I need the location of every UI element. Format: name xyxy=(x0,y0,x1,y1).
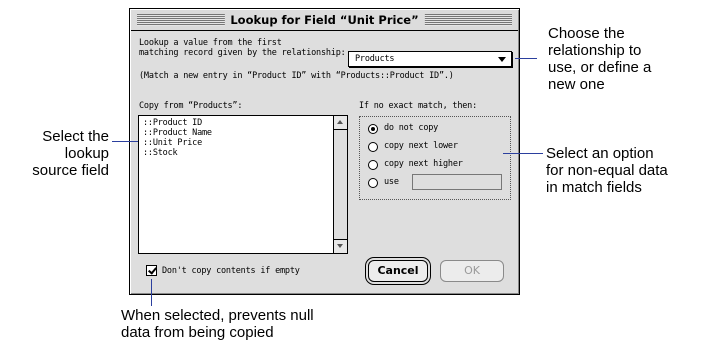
cancel-button[interactable]: Cancel xyxy=(368,260,428,282)
leader-line-non-equal xyxy=(503,153,543,154)
callout-relationship-line-2: relationship to xyxy=(548,42,642,59)
copy-from-label: Copy from “Products”: xyxy=(139,101,243,111)
radio-copy-next-lower[interactable] xyxy=(368,142,378,152)
match-note: (Match a new entry in “Product ID” with … xyxy=(139,71,454,81)
list-item-product-name[interactable]: ::Product Name xyxy=(143,128,212,138)
use-value-field[interactable] xyxy=(412,174,502,190)
relationship-popup[interactable]: Products xyxy=(348,51,512,67)
callout-relationship-line-4: new one xyxy=(548,76,605,93)
callout-null-data-line-1: When selected, prevents null xyxy=(121,307,314,324)
radio-use[interactable] xyxy=(368,178,378,188)
field-listbox[interactable]: ::Product ID ::Product Name ::Unit Price… xyxy=(138,115,348,254)
ok-button[interactable]: OK xyxy=(440,260,504,282)
dialog-title: Lookup for Field “Unit Price” xyxy=(224,12,425,28)
callout-source-field-line-3: source field xyxy=(32,162,109,179)
radio-label-copy-next-lower: copy next lower xyxy=(384,141,458,151)
scroll-up-button[interactable] xyxy=(334,116,347,130)
scroll-down-button[interactable] xyxy=(334,239,347,253)
relationship-value: Products xyxy=(355,54,395,64)
callout-source-field: Select the lookup source field xyxy=(10,128,109,179)
leader-line-source-field xyxy=(112,141,138,142)
radio-label-do-not-copy: do not copy xyxy=(384,123,439,133)
radio-label-use: use xyxy=(384,177,399,187)
list-item-stock[interactable]: ::Stock xyxy=(143,148,212,158)
radio-do-not-copy[interactable] xyxy=(368,124,378,134)
callout-non-equal-line-1: Select an option xyxy=(546,145,654,162)
callout-non-equal: Select an option for non-equal data in m… xyxy=(546,145,668,196)
list-item-product-id[interactable]: ::Product ID xyxy=(143,118,212,128)
radio-copy-next-higher[interactable] xyxy=(368,160,378,170)
callout-non-equal-line-3: in match fields xyxy=(546,179,642,196)
checkbox-label: Don't copy contents if empty xyxy=(162,266,300,276)
scroll-up-arrow-icon xyxy=(337,120,343,124)
radio-label-copy-next-higher: copy next higher xyxy=(384,159,463,169)
dont-copy-if-empty-checkbox[interactable] xyxy=(146,265,157,276)
list-item-unit-price[interactable]: ::Unit Price xyxy=(143,138,212,148)
leader-line-relationship xyxy=(515,58,537,59)
title-bar[interactable]: Lookup for Field “Unit Price” xyxy=(131,10,518,31)
callout-relationship-line-1: Choose the xyxy=(548,25,625,42)
callout-non-equal-line-2: for non-equal data xyxy=(546,162,668,179)
callout-source-field-line-1: Select the xyxy=(42,128,109,145)
scroll-down-arrow-icon xyxy=(337,244,343,248)
leader-line-null-data xyxy=(151,279,152,306)
no-match-label: If no exact match, then: xyxy=(359,101,478,111)
callout-relationship-line-3: use, or define a xyxy=(548,59,652,76)
callout-relationship: Choose the relationship to use, or defin… xyxy=(548,25,651,93)
callout-null-data-line-2: data from being copied xyxy=(121,324,274,341)
callout-null-data: When selected, prevents null data from b… xyxy=(121,307,314,341)
popup-arrow-icon xyxy=(498,57,506,62)
list-scrollbar[interactable] xyxy=(333,116,347,253)
callout-source-field-line-2: lookup xyxy=(64,145,109,162)
intro-line-2: matching record given by the relationshi… xyxy=(139,48,346,58)
